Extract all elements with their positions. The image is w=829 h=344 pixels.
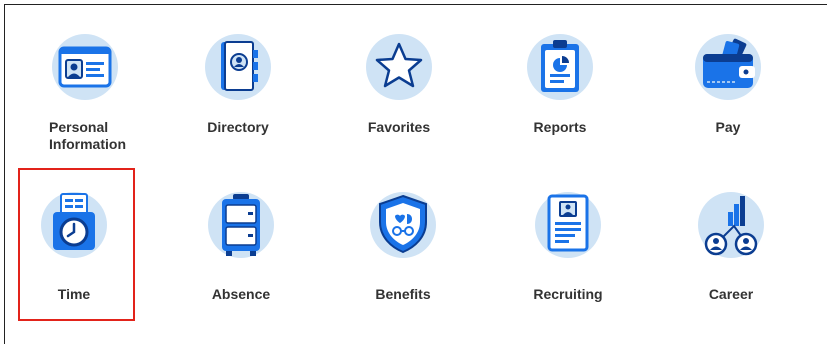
app-tile-absence[interactable]: Absence (171, 190, 311, 330)
star-icon (366, 34, 432, 100)
app-label: Pay (715, 119, 741, 135)
app-tile-reports[interactable]: Reports (490, 32, 630, 172)
app-tile-pay[interactable]: Pay (658, 32, 798, 172)
app-label: Absence (211, 286, 271, 302)
app-label: Recruiting (533, 286, 603, 302)
app-label: Favorites (367, 119, 431, 135)
app-label: Personal Information (49, 119, 126, 152)
app-tile-personal-information[interactable]: Personal Information (15, 32, 155, 172)
time-clock-icon (41, 192, 107, 258)
app-label: Directory (207, 119, 269, 135)
app-label: Career (708, 286, 754, 302)
app-tile-time[interactable]: Time (4, 190, 144, 330)
app-tile-benefits[interactable]: Benefits (333, 190, 473, 330)
id-card-icon (52, 34, 118, 100)
clipboard-chart-icon (527, 34, 593, 100)
app-tile-career[interactable]: Career (661, 190, 801, 330)
app-tile-recruiting[interactable]: Recruiting (498, 190, 638, 330)
career-growth-icon (698, 192, 764, 258)
resume-icon (535, 192, 601, 258)
app-tile-favorites[interactable]: Favorites (329, 32, 469, 172)
shield-icon (370, 192, 436, 258)
app-label: Time (57, 286, 91, 302)
app-tile-directory[interactable]: Directory (168, 32, 308, 172)
wallet-icon (695, 34, 761, 100)
app-label: Benefits (375, 286, 431, 302)
luggage-icon (208, 192, 274, 258)
app-label: Reports (533, 119, 587, 135)
address-book-icon (205, 34, 271, 100)
